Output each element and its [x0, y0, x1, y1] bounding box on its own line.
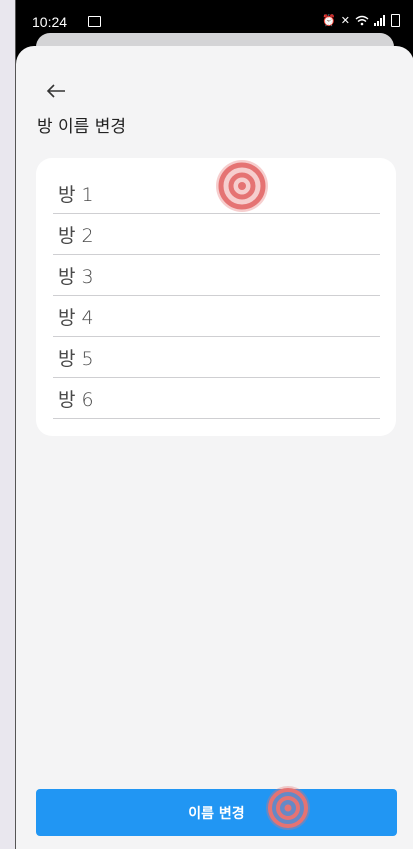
room-item-5[interactable]: 방 5 [53, 338, 380, 378]
signal-icon [374, 15, 385, 26]
wifi-icon [355, 15, 369, 26]
bottom-sheet: 방 이름 변경 방 1 방 2 방 3 방 4 방 5 방 6 이름 변경 [16, 46, 413, 849]
phone-frame: 10:24 ⏰ ✕ 방 이름 변경 방 1 방 2 방 3 방 4 방 5 방 … [15, 0, 413, 849]
image-icon [88, 16, 101, 27]
page-title: 방 이름 변경 [37, 117, 127, 137]
room-item-2[interactable]: 방 2 [53, 215, 380, 255]
room-item-6[interactable]: 방 6 [53, 379, 380, 419]
alarm-icon: ⏰ [322, 14, 336, 27]
mute-icon: ✕ [340, 14, 350, 27]
arrow-left-icon[interactable] [45, 82, 67, 100]
room-item-3[interactable]: 방 3 [53, 256, 380, 296]
rename-button[interactable]: 이름 변경 [36, 789, 397, 836]
touch-marker-icon [216, 160, 268, 212]
status-icons: ⏰ ✕ [322, 14, 400, 27]
status-time: 10:24 [32, 14, 68, 30]
battery-icon [391, 14, 400, 27]
touch-marker-icon [266, 786, 310, 830]
room-item-4[interactable]: 방 4 [53, 297, 380, 337]
